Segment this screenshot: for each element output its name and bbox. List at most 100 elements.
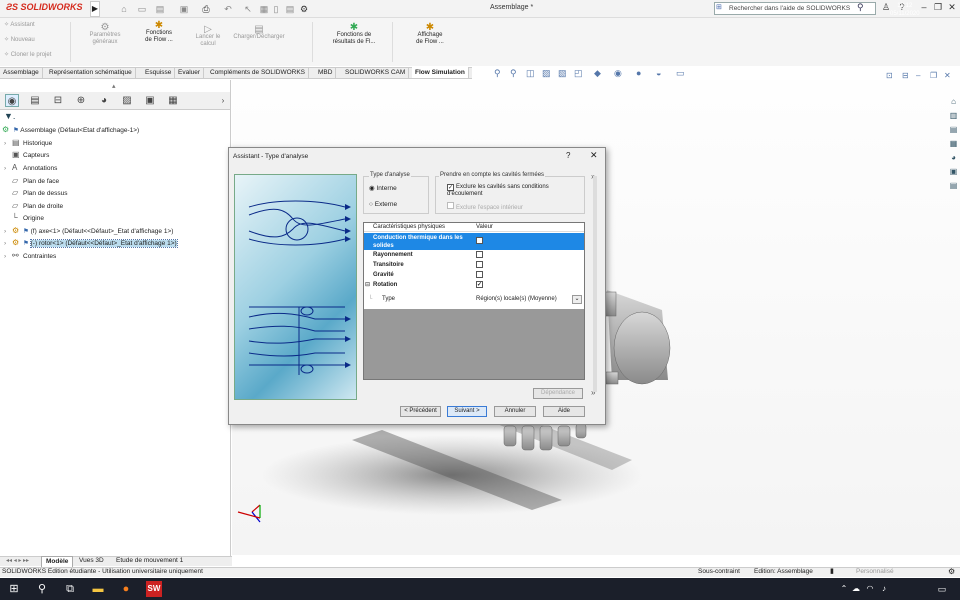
tree-item-axe[interactable]: › ⚙ ⚑ (f) axe<1> (Défaut<<Défaut>_Etat d'a… [4,225,173,237]
exclude-internal-checkbox[interactable]: Exclure l'espace intérieur [447,202,523,211]
status-settings-icon[interactable]: ⚙ [948,567,955,576]
tree-item-capteurs[interactable]: ▣ Capteurs [4,149,49,161]
dialog-help-button[interactable]: ? [566,151,570,160]
clock[interactable]: 18:12 05/11/2020 [890,2,920,18]
previous-button[interactable]: < Précédent [400,406,441,417]
collapse-minus-icon[interactable]: ⊟ [365,281,370,290]
view-settings-icon[interactable]: ▭ [676,68,685,79]
display-style-icon[interactable]: ◆ [594,68,601,79]
table-row[interactable]: Rayonnement [364,251,584,260]
close-window-icon[interactable]: ✕ [946,2,958,13]
fonctions-flow-button[interactable]: ✱ Fonctions de Flow ... [140,21,178,44]
viewport-restore-icon[interactable]: ❐ [930,71,937,80]
view-orientation-icon[interactable]: ◰ [574,68,583,79]
file-explorer-icon[interactable]: ▤ [948,124,959,135]
assistant-button[interactable]: ✧ Assistant [4,22,64,29]
dialog-close-button[interactable]: ✕ [590,150,598,161]
resources-icon[interactable]: ⌂ [948,96,959,107]
cam-tab-icon[interactable]: ▨ [120,94,134,107]
home-icon[interactable]: ⌂ [118,3,130,15]
windows-start-icon[interactable]: ⊞ [6,581,22,597]
view-palette-icon[interactable]: ▦ [948,138,959,149]
help-button[interactable]: Aide [543,406,585,417]
panel-more-icon[interactable]: › [216,94,230,107]
charger-decharger-button[interactable]: ▤ Charger/Décharger [228,25,290,41]
tab-representation[interactable]: Représentation schématique [46,67,136,78]
next-button[interactable]: Suivant > [447,406,487,417]
dimxpert-tab-icon[interactable]: ⊕ [74,94,88,107]
panel-splitter-icon[interactable]: ▴ [112,82,116,90]
design-library-icon[interactable]: ▥ [948,110,959,121]
tree-item-contraintes[interactable]: › ⚯ Contraintes [4,250,56,262]
tab-assemblage[interactable]: Assemblage [0,67,43,78]
rebuild-icon[interactable]: ▦ [258,3,270,15]
notifications-icon[interactable]: ▭ [934,581,950,597]
tab-complements[interactable]: Compléments de SOLIDWORKS [207,67,310,78]
gear-icon[interactable]: ⚙ [298,3,310,15]
flow-tree-tab-icon[interactable]: ▦ [166,94,180,107]
table-row[interactable]: ⊟ Rotation ✓ [364,281,584,290]
tree-item-plan-droite[interactable]: ▱ Plan de droite [4,200,63,212]
undo-icon[interactable]: ↶ [222,3,234,15]
tree-item-historique[interactable]: › ▤ Historique [4,137,52,149]
tab-scroll-icon[interactable]: ◂◂ ◂ ▸ ▸▸ [2,556,33,566]
flow-sim-pane-icon[interactable]: ▤ [948,180,959,191]
open-icon[interactable]: ▤ [154,3,166,15]
viewport-tile-icon[interactable]: ⊡ [886,71,893,80]
rotation-type-select[interactable]: Région(s) locale(s) (Moyenne) [476,295,557,304]
appearances-icon[interactable]: ◕ [948,152,959,163]
file-explorer-taskbar-icon[interactable]: ▬ [90,581,106,597]
property-manager-tab-icon[interactable]: ▤ [28,94,42,107]
viewport-split-icon[interactable]: ⊟ [902,71,909,80]
volume-icon[interactable]: ♪ [876,581,892,597]
lancer-calcul-button[interactable]: ▷ Lancer le calcul [190,25,226,48]
section-view-icon[interactable]: ▨ [542,68,551,79]
viewport-min-icon[interactable]: – [916,71,920,80]
file-properties-icon[interactable]: ▯ [270,3,282,15]
save-icon[interactable]: ▣ [178,3,190,15]
display-manager-tab-icon[interactable]: ◕ [97,94,111,107]
table-row[interactable]: Gravité [364,271,584,280]
zoom-area-icon[interactable]: ⚲ [510,68,517,79]
task-view-icon[interactable]: ⧉ [62,581,78,597]
tab-esquisse[interactable]: Esquisse [142,67,176,78]
checkbox-empty-icon[interactable] [476,237,483,244]
tree-root[interactable]: ⚙ ⚑ Assemblage (Défaut<Etat d'affichage-1… [2,124,139,136]
cancel-button[interactable]: Annuler [494,406,536,417]
fonctions-resultats-button[interactable]: ✱ Fonctions de résultats de Fl... [326,23,382,46]
menu-arrow-icon[interactable]: ▶ [90,1,100,17]
solidworks-taskbar-icon[interactable]: SW [146,581,162,597]
custom-properties-icon[interactable]: ▣ [948,166,959,177]
feature-tree-tab-icon[interactable]: ◉ [5,94,19,107]
exclude-cavities-checkbox[interactable]: ✓ Exclure les cavités sans conditions d'é… [447,184,557,198]
tab-cam[interactable]: SOLIDWORKS CAM [342,67,410,78]
cam-tree-tab-icon[interactable]: ▣ [143,94,157,107]
tab-vues-3d[interactable]: Vues 3D [75,556,108,566]
checkbox-empty-icon[interactable] [476,271,483,278]
cloner-projet-button[interactable]: ✧ Cloner le projet [4,52,68,59]
checkbox-checked-icon[interactable]: ✓ [476,281,483,288]
checkbox-empty-icon[interactable] [476,251,483,258]
viewport-close-icon[interactable]: ✕ [944,71,951,80]
tree-item-origine[interactable]: └ Origine [4,212,44,224]
filter-icon[interactable]: ▼. [4,111,15,121]
firefox-icon[interactable]: ● [118,581,134,597]
table-row[interactable]: └ Type Région(s) locale(s) (Moyenne) ⌄ [364,295,584,304]
config-manager-tab-icon[interactable]: ⊟ [51,94,65,107]
select-icon[interactable]: ↖ [242,3,254,15]
tab-flow-simulation[interactable]: Flow Simulation [412,67,469,78]
options-icon[interactable]: ▤ [284,3,296,15]
parametres-generaux-button[interactable]: ⚙ Paramètres généraux [84,23,126,46]
affichage-flow-button[interactable]: ✱ Affichage de Flow ... [410,23,450,46]
chevron-down-icon[interactable]: ⌄ [572,295,582,304]
scene-icon[interactable]: ◒ [656,68,661,78]
help-search-input[interactable]: Rechercher dans l'aide de SOLIDWORKS [714,2,876,15]
radio-interne[interactable]: ◉ Interne [369,184,397,192]
search-taskbar-icon[interactable]: ⚲ [34,581,50,597]
tree-item-annotations[interactable]: › A Annotations [4,162,57,174]
dialog-scrollbar[interactable] [593,176,597,392]
table-row[interactable]: Transitoire [364,261,584,270]
solidworks-logo[interactable]: ƧS SOLIDWORKS [6,2,83,12]
tree-item-plan-dessus[interactable]: ▱ Plan de dessus [4,187,67,199]
zoom-fit-icon[interactable]: ⚲ [494,68,501,79]
